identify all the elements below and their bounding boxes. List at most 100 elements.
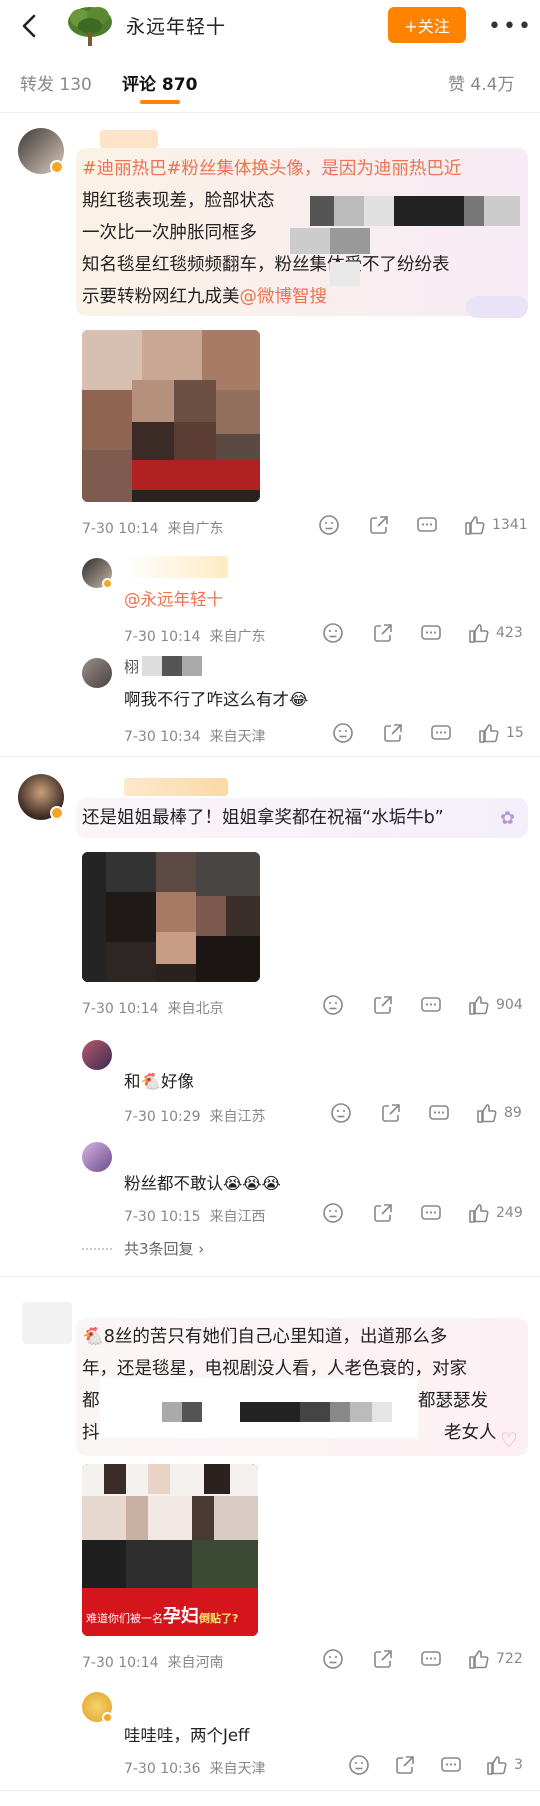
like-thumb-icon[interactable] [468, 994, 490, 1016]
share-icon[interactable] [382, 722, 404, 744]
back-arrow-icon[interactable] [14, 10, 46, 42]
comment-meta: 7-30 10:14 来自北京 [82, 998, 223, 1018]
flower-sticker-icon: ✿ [500, 808, 516, 829]
like-count: 3 [514, 1757, 523, 1773]
avatar[interactable] [82, 1142, 112, 1172]
reply-icon[interactable] [420, 1202, 442, 1224]
redaction-mosaic [310, 196, 520, 226]
reply-text: 哇哇哇，两个Jeff [124, 1726, 250, 1745]
reply-text: 和🐔好像 [124, 1072, 195, 1091]
blurred-username [124, 556, 228, 578]
like-thumb-icon[interactable] [468, 622, 490, 644]
tab-bar: 转发 130 评论 870 赞 4.4万 [0, 58, 540, 110]
reply-icon[interactable] [428, 1102, 450, 1124]
image-caption-c: 倒贴了? [199, 1612, 239, 1625]
verified-badge-icon [102, 1712, 113, 1723]
comment-location: 来自广东 [167, 521, 224, 537]
image-caption: 难道你们被一名孕妇倒贴了? [86, 1602, 238, 1628]
tab-repost[interactable]: 转发 130 [20, 70, 92, 95]
reply-icon[interactable] [430, 722, 452, 744]
comment-meta: 7-30 10:14 来自河南 [82, 1652, 223, 1672]
dislike-face-icon[interactable] [322, 994, 344, 1016]
tab-likes[interactable]: 赞 4.4万 [448, 70, 514, 95]
top-bar: 永远年轻十 +关注 ••• [0, 0, 540, 52]
reply-text: 啊我不行了咋这么有才😂 [124, 690, 309, 709]
comment-image[interactable] [82, 330, 260, 502]
dislike-face-icon[interactable] [318, 514, 340, 536]
follow-button[interactable]: +关注 [388, 7, 466, 43]
comment-text-line-4-start: 抖 [82, 1423, 100, 1443]
reply-mention-link[interactable]: @永远年轻十 [124, 586, 223, 610]
share-icon[interactable] [380, 1102, 402, 1124]
share-icon[interactable] [368, 514, 390, 536]
like-thumb-icon[interactable] [486, 1754, 508, 1776]
comment-text-line-1: #迪丽热巴#粉丝集体换头像，是因为迪丽热巴近 [82, 154, 461, 184]
like-thumb-icon[interactable] [464, 514, 486, 536]
dislike-face-icon[interactable] [330, 1102, 352, 1124]
reply-icon[interactable] [416, 514, 438, 536]
comment-text: 还是姐姐最棒了！姐姐拿奖都在祝福“水垢牛b” [82, 808, 444, 828]
verified-badge-icon [50, 160, 64, 174]
reply-location: 来自江西 [209, 1209, 266, 1225]
dislike-face-icon[interactable] [348, 1754, 370, 1776]
redaction-mosaic [142, 656, 202, 676]
share-icon[interactable] [372, 622, 394, 644]
divider [0, 112, 540, 113]
reply-actions: 3 [348, 1754, 523, 1776]
reply-time: 7-30 10:14 [124, 629, 201, 645]
verified-badge-icon [50, 806, 64, 820]
like-thumb-icon[interactable] [468, 1648, 490, 1670]
avatar[interactable] [82, 1040, 112, 1070]
reply-time: 7-30 10:29 [124, 1109, 201, 1125]
dislike-face-icon[interactable] [322, 622, 344, 644]
reply-time: 7-30 10:36 [124, 1761, 201, 1777]
avatar[interactable] [22, 1302, 72, 1344]
active-tab-indicator [140, 100, 180, 104]
comment-image[interactable] [82, 852, 260, 982]
share-icon[interactable] [372, 1202, 394, 1224]
like-thumb-icon[interactable] [476, 1102, 498, 1124]
divider [0, 1790, 540, 1791]
blurred-username [100, 130, 158, 148]
tab-comments[interactable]: 评论 870 [122, 70, 197, 95]
reply-icon[interactable] [420, 994, 442, 1016]
reply-location: 来自天津 [209, 729, 266, 745]
like-thumb-icon[interactable] [468, 1202, 490, 1224]
comment-text-line-4: 知名毯星红毯频频翻车，粉丝集体受不了纷纷表 [82, 255, 450, 275]
share-icon[interactable] [372, 994, 394, 1016]
dislike-face-icon[interactable] [322, 1648, 344, 1670]
share-icon[interactable] [394, 1754, 416, 1776]
reply-meta: 7-30 10:34 来自天津 [124, 726, 265, 746]
comment-text-line-4-end: 老女人 [444, 1423, 497, 1443]
mention-link[interactable]: @微博智搜 [240, 287, 328, 307]
reply-icon[interactable] [440, 1754, 462, 1776]
more-replies-link[interactable]: 共3条回复 › [124, 1238, 204, 1259]
comment-image[interactable]: 难道你们被一名孕妇倒贴了? [82, 1464, 258, 1636]
like-count: 904 [496, 997, 523, 1013]
reply-time: 7-30 10:15 [124, 1209, 201, 1225]
reply-meta: 7-30 10:36 来自天津 [124, 1758, 265, 1778]
reply-actions: 249 [322, 1202, 523, 1224]
reply-icon[interactable] [420, 622, 442, 644]
avatar[interactable] [82, 658, 112, 688]
like-count: 15 [506, 725, 524, 741]
reply-username[interactable]: 栩 [124, 656, 139, 677]
comment-meta: 7-30 10:14 来自广东 [82, 518, 223, 538]
redaction-mosaic [330, 262, 360, 286]
dislike-face-icon[interactable] [332, 722, 354, 744]
reply-meta: 7-30 10:29 来自江苏 [124, 1106, 265, 1126]
verified-badge-icon [102, 578, 113, 589]
divider [0, 756, 540, 757]
reply-location: 来自江苏 [209, 1109, 266, 1125]
like-thumb-icon[interactable] [478, 722, 500, 744]
share-icon[interactable] [372, 1648, 394, 1670]
more-options-icon[interactable]: ••• [488, 14, 533, 39]
image-caption-b: 孕妇 [163, 1606, 199, 1627]
reply-text: 粉丝都不敢认😭😭😭 [124, 1174, 281, 1193]
dislike-face-icon[interactable] [322, 1202, 344, 1224]
reply-icon[interactable] [420, 1648, 442, 1670]
profile-logo-plant-icon[interactable] [64, 2, 116, 48]
hashtag-text[interactable]: #迪丽热巴#粉丝集体换头像，是因为迪丽热巴近 [82, 159, 461, 179]
comment-text-segment: 示要转粉网红九成美 [82, 287, 240, 307]
like-count: 722 [496, 1651, 523, 1667]
